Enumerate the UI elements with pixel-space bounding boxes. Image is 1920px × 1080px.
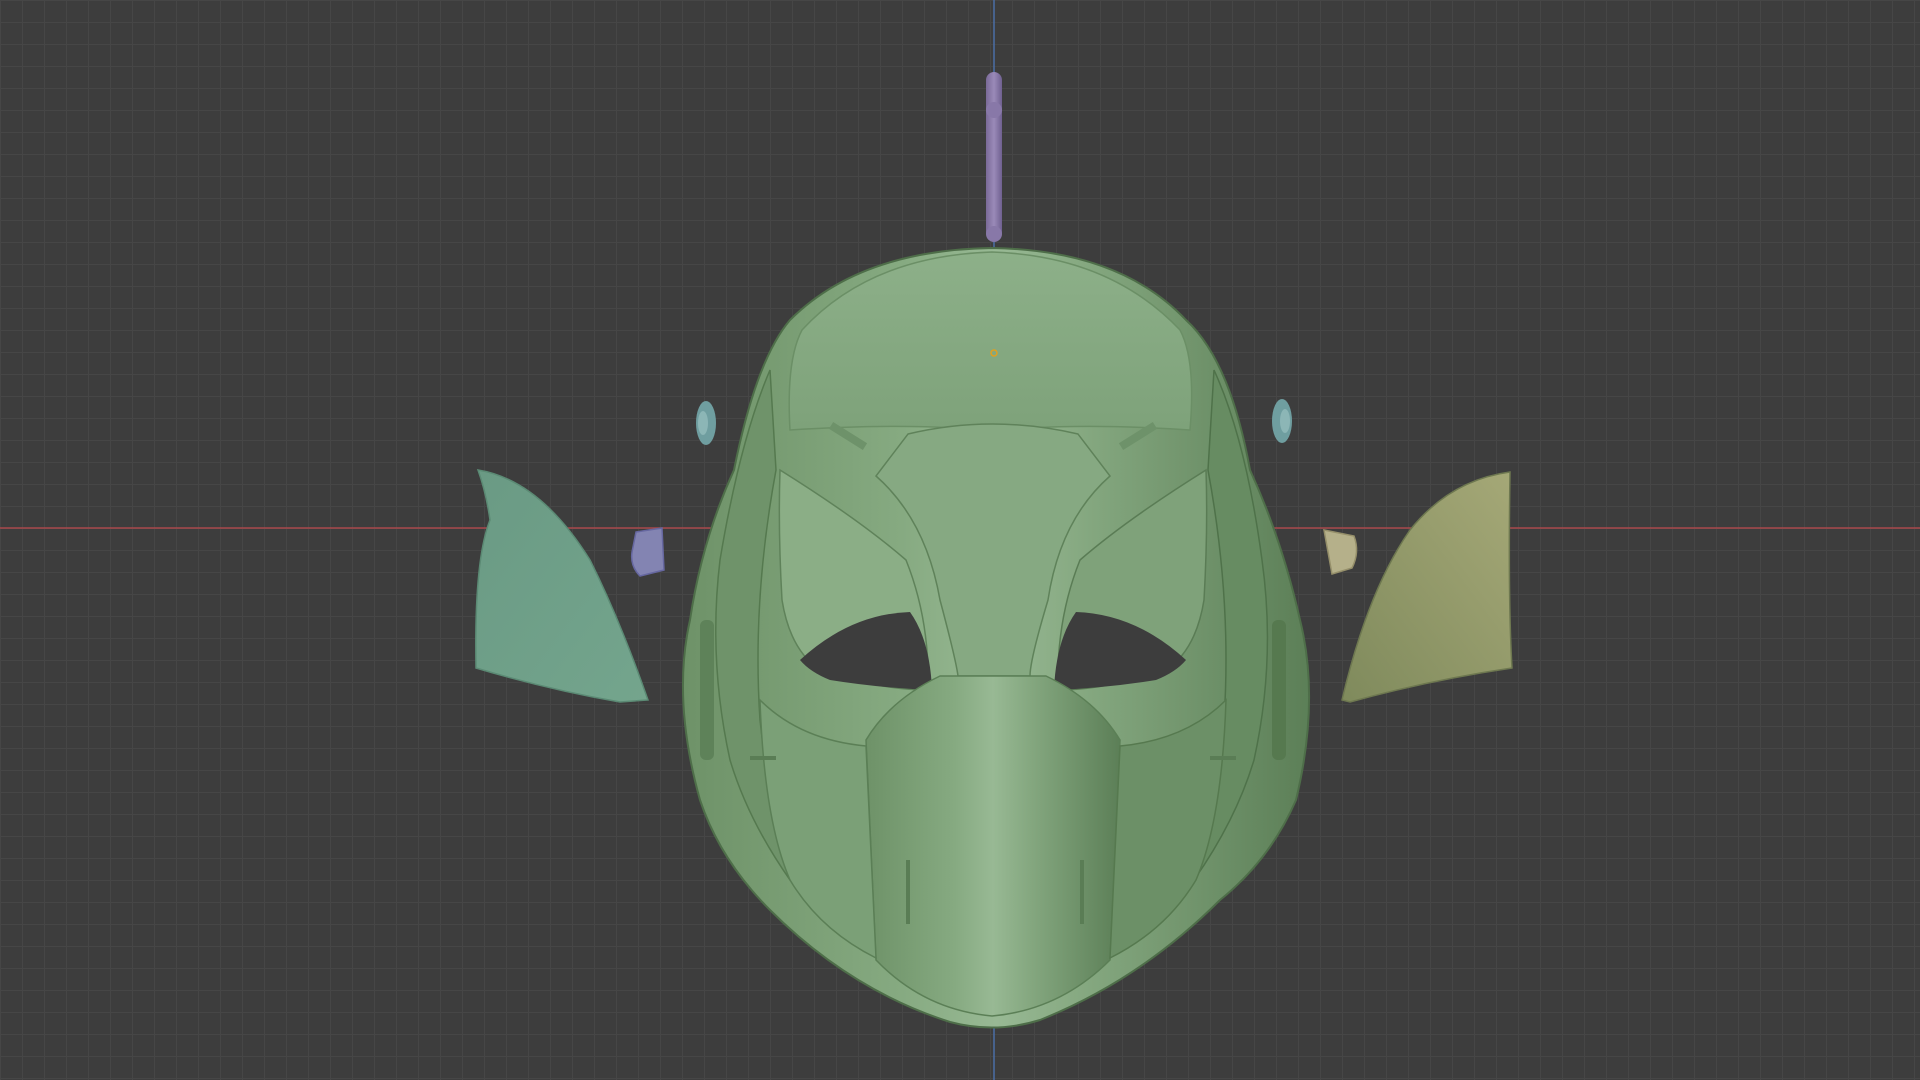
- left-ear-fin[interactable]: [475, 469, 650, 703]
- antenna-rod[interactable]: [986, 72, 1002, 242]
- helmet-mask[interactable]: [682, 246, 1311, 1029]
- right-side-clip[interactable]: [1323, 529, 1358, 575]
- right-bolt[interactable]: [1272, 399, 1292, 443]
- left-side-clip[interactable]: [630, 527, 665, 577]
- right-ear-fin[interactable]: [1341, 471, 1513, 703]
- viewport-scene[interactable]: [0, 0, 1920, 1080]
- 3d-viewport[interactable]: [0, 0, 1920, 1080]
- left-bolt[interactable]: [696, 401, 716, 445]
